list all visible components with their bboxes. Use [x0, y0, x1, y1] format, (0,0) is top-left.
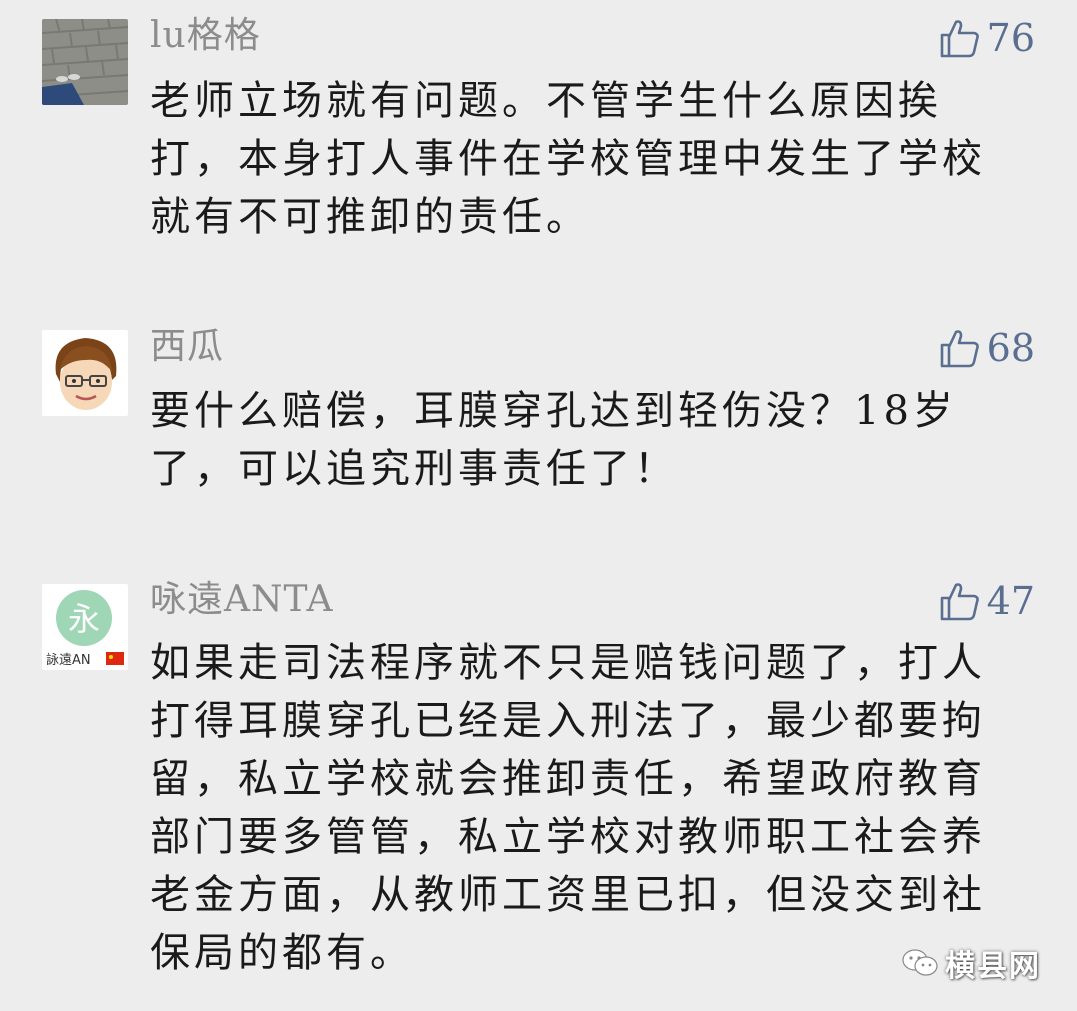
like-count: 47: [986, 579, 1035, 623]
flag-icon: [106, 652, 124, 665]
yong-character-avatar-icon: 永 詠遠AN: [42, 584, 128, 670]
like-count: 68: [986, 326, 1035, 370]
comment-username[interactable]: 西瓜: [150, 327, 224, 367]
avatar[interactable]: [42, 19, 128, 105]
cartoon-face-icon: [42, 330, 128, 416]
comment-text: 要什么赔偿，耳膜穿孔达到轻伤没？18岁了，可以追究刑事责任了！: [150, 388, 957, 492]
watermark: 横县网: [901, 941, 1041, 985]
brick-pavement-photo-icon: [42, 19, 128, 105]
comment-text: 如果走司法程序就不只是赔钱问题了，打人打得耳膜穿孔已经是入刑法了，最少都要拘留，…: [150, 640, 986, 976]
thumbs-up-icon: [940, 583, 979, 621]
wechat-icon: [902, 949, 938, 976]
avatar[interactable]: [42, 330, 128, 416]
avatar-caption: 詠遠AN: [46, 652, 91, 668]
comment-username[interactable]: lu格格: [150, 16, 261, 56]
avatar-character: 永: [68, 600, 100, 638]
comment-text: 老师立场就有问题。不管学生什么原因挨打，本身打人事件在学校管理中发生了学校就有不…: [150, 78, 986, 240]
avatar[interactable]: 永 詠遠AN: [42, 584, 128, 670]
thumbs-up-icon: [940, 20, 979, 58]
like-button[interactable]: 47: [939, 580, 1035, 622]
like-button[interactable]: 76: [939, 17, 1035, 59]
thumbs-up-icon: [940, 330, 979, 368]
like-button[interactable]: 68: [939, 327, 1035, 369]
comment-username[interactable]: 咏遠ANTA: [150, 580, 334, 620]
watermark-label: 横县网: [945, 949, 1041, 984]
like-count: 76: [986, 16, 1035, 60]
